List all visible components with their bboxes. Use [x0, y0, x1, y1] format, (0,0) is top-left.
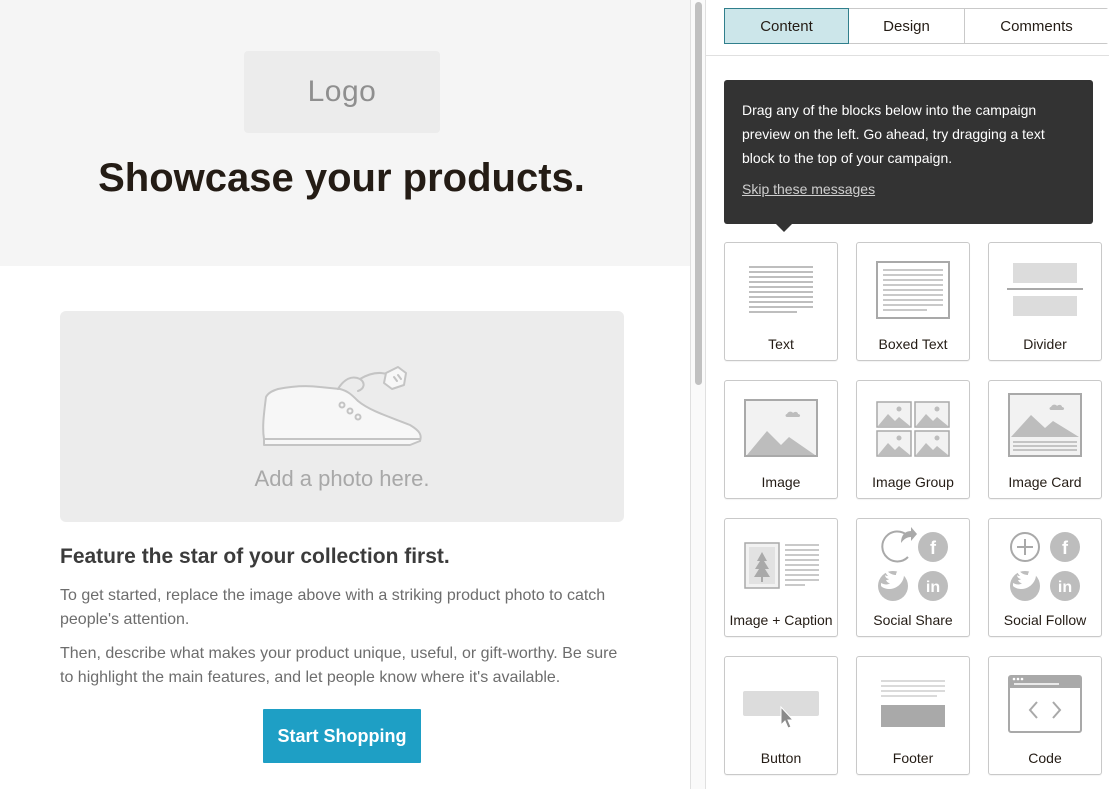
button-block-icon: [743, 691, 819, 729]
block-footer[interactable]: Footer: [856, 656, 970, 775]
scrollbar-thumb[interactable]: [695, 2, 702, 385]
block-label: Social Share: [873, 612, 953, 628]
shoe-icon: [262, 366, 422, 446]
content-panel: Content Design Comments Drag any of the …: [706, 0, 1109, 789]
block-label: Image + Caption: [729, 612, 833, 628]
block-label: Social Follow: [1003, 612, 1087, 628]
block-image[interactable]: Image: [724, 380, 838, 499]
panel-tabs: Content Design Comments: [724, 8, 1108, 44]
photo-placeholder-text: Add a photo here.: [254, 466, 430, 491]
body-paragraph-2[interactable]: Then, describe what makes your product u…: [60, 642, 625, 690]
headline[interactable]: Showcase your products.: [0, 156, 683, 201]
start-shopping-button[interactable]: Start Shopping: [263, 709, 421, 763]
block-social-follow[interactable]: f in Social Follow: [988, 518, 1102, 637]
block-label: Image: [761, 474, 801, 490]
tab-content[interactable]: Content: [724, 8, 849, 44]
block-label: Footer: [892, 750, 934, 766]
tooltip-text: Drag any of the blocks below into the ca…: [742, 102, 1045, 166]
block-divider[interactable]: Divider: [988, 242, 1102, 361]
footer-block-icon: [881, 680, 945, 727]
tab-comments[interactable]: Comments: [965, 9, 1108, 43]
image-block-icon: [744, 399, 818, 457]
skip-messages-link[interactable]: Skip these messages: [742, 181, 875, 197]
block-image-card[interactable]: Image Card: [988, 380, 1102, 499]
block-label: Text: [768, 336, 794, 352]
block-label: Boxed Text: [878, 336, 948, 352]
svg-text:f: f: [1062, 538, 1069, 558]
svg-text:in: in: [1058, 579, 1072, 596]
block-label: Divider: [1023, 336, 1067, 352]
preview-header-section[interactable]: Logo Showcase your products.: [0, 0, 690, 266]
divider-block-icon: [1007, 263, 1083, 316]
boxed-text-block-icon: [876, 261, 950, 319]
block-label: Button: [760, 750, 802, 766]
block-label: Code: [1028, 750, 1062, 766]
block-code[interactable]: Code: [988, 656, 1102, 775]
svg-text:in: in: [926, 579, 940, 596]
block-image-caption[interactable]: Image + Caption: [724, 518, 838, 637]
photo-placeholder[interactable]: Add a photo here.: [60, 311, 624, 522]
social-share-block-icon: f in: [878, 527, 948, 601]
logo-placeholder[interactable]: Logo: [244, 51, 440, 133]
svg-text:f: f: [930, 538, 937, 558]
block-label: Image Card: [1008, 474, 1082, 490]
image-caption-block-icon: [744, 542, 819, 589]
code-block-icon: [1008, 675, 1082, 733]
feature-title[interactable]: Feature the star of your collection firs…: [60, 545, 450, 569]
block-boxed-text[interactable]: Boxed Text: [856, 242, 970, 361]
image-card-block-icon: [1008, 393, 1082, 457]
tab-design[interactable]: Design: [849, 9, 965, 43]
image-group-block-icon: [876, 401, 950, 457]
block-social-share[interactable]: f in Social Share: [856, 518, 970, 637]
block-label: Image Group: [872, 474, 954, 490]
preview-scrollbar[interactable]: [690, 0, 706, 789]
tooltip-arrow: [776, 224, 792, 232]
block-image-group[interactable]: Image Group: [856, 380, 970, 499]
block-text[interactable]: Text: [724, 242, 838, 361]
body-paragraph-1[interactable]: To get started, replace the image above …: [60, 584, 625, 632]
block-button[interactable]: Button: [724, 656, 838, 775]
text-block-icon: [749, 266, 813, 313]
campaign-preview: Logo Showcase your products. Add a photo…: [0, 0, 690, 789]
social-follow-block-icon: f in: [1010, 532, 1080, 601]
tabs-divider: [706, 55, 1109, 56]
onboarding-tooltip: Drag any of the blocks below into the ca…: [724, 80, 1093, 232]
